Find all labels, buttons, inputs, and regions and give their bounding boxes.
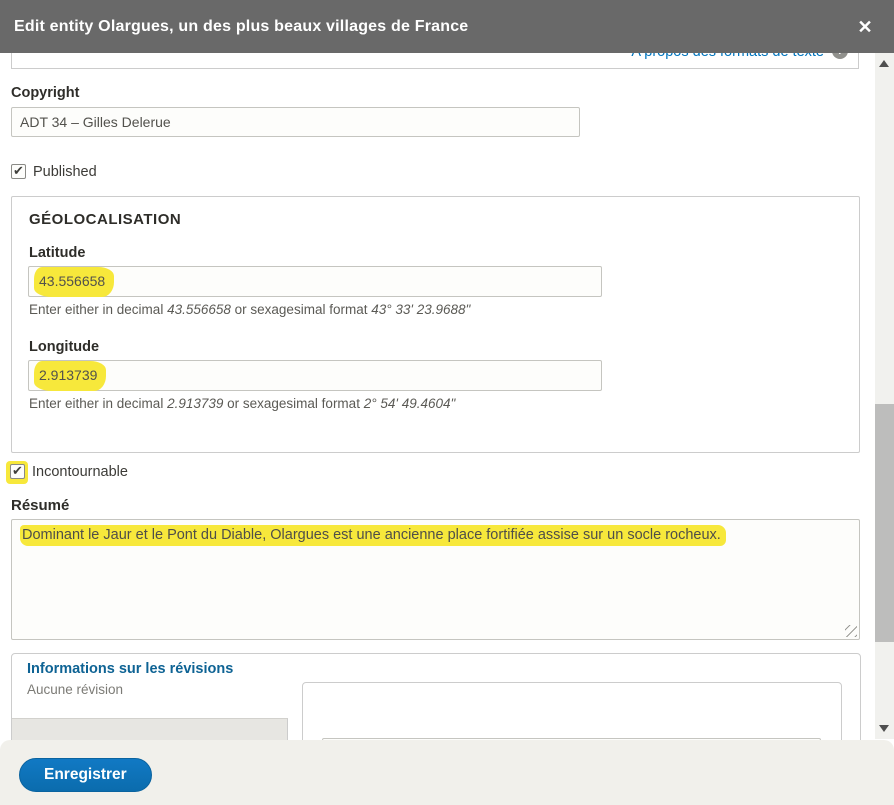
scrollbar-down-icon[interactable] [879, 725, 889, 732]
incontournable-label[interactable]: Incontournable [32, 464, 128, 480]
latitude-value: 43.556658 [34, 267, 115, 297]
longitude-input[interactable]: 2.913739 [28, 360, 602, 391]
edit-entity-dialog: A propos des formats de texte ? Edit ent… [0, 0, 894, 805]
longitude-label: Longitude [29, 339, 100, 355]
resume-textarea[interactable]: Dominant le Jaur et le Pont du Diable, O… [11, 519, 860, 640]
tab-revision-information[interactable]: Informations sur les révisions [27, 661, 233, 677]
revision-summary: Aucune révision [27, 682, 124, 697]
latitude-label: Latitude [29, 245, 86, 261]
incontournable-checkbox[interactable] [10, 463, 25, 479]
longitude-value: 2.913739 [34, 361, 107, 391]
copyright-label: Copyright [11, 85, 80, 101]
close-icon[interactable]: ✕ [852, 14, 878, 40]
dialog-title: Edit entity Olargues, un des plus beaux … [14, 17, 469, 35]
latitude-help: Enter either in decimal 43.556658 or sex… [29, 302, 471, 317]
resize-handle-icon[interactable] [845, 625, 857, 637]
published-label[interactable]: Published [33, 164, 97, 180]
scrollbar-track[interactable] [875, 53, 894, 739]
geolocation-legend: GÉOLOCALISATION [29, 211, 182, 228]
save-button[interactable]: Enregistrer [19, 758, 152, 792]
scrollbar-up-icon[interactable] [879, 60, 889, 67]
resume-text: Dominant le Jaur et le Pont du Diable, O… [20, 525, 726, 546]
geolocation-fieldset [11, 196, 860, 453]
published-checkbox[interactable] [11, 163, 26, 179]
latitude-input[interactable]: 43.556658 [28, 266, 602, 297]
copyright-input[interactable] [11, 107, 580, 137]
dialog-button-pane: Enregistrer [0, 740, 894, 805]
scrollbar-thumb[interactable] [875, 404, 894, 642]
resume-label: Résumé [11, 497, 70, 514]
dialog-header: Edit entity Olargues, un des plus beaux … [0, 0, 894, 53]
longitude-help: Enter either in decimal 2.913739 or sexa… [29, 396, 456, 411]
